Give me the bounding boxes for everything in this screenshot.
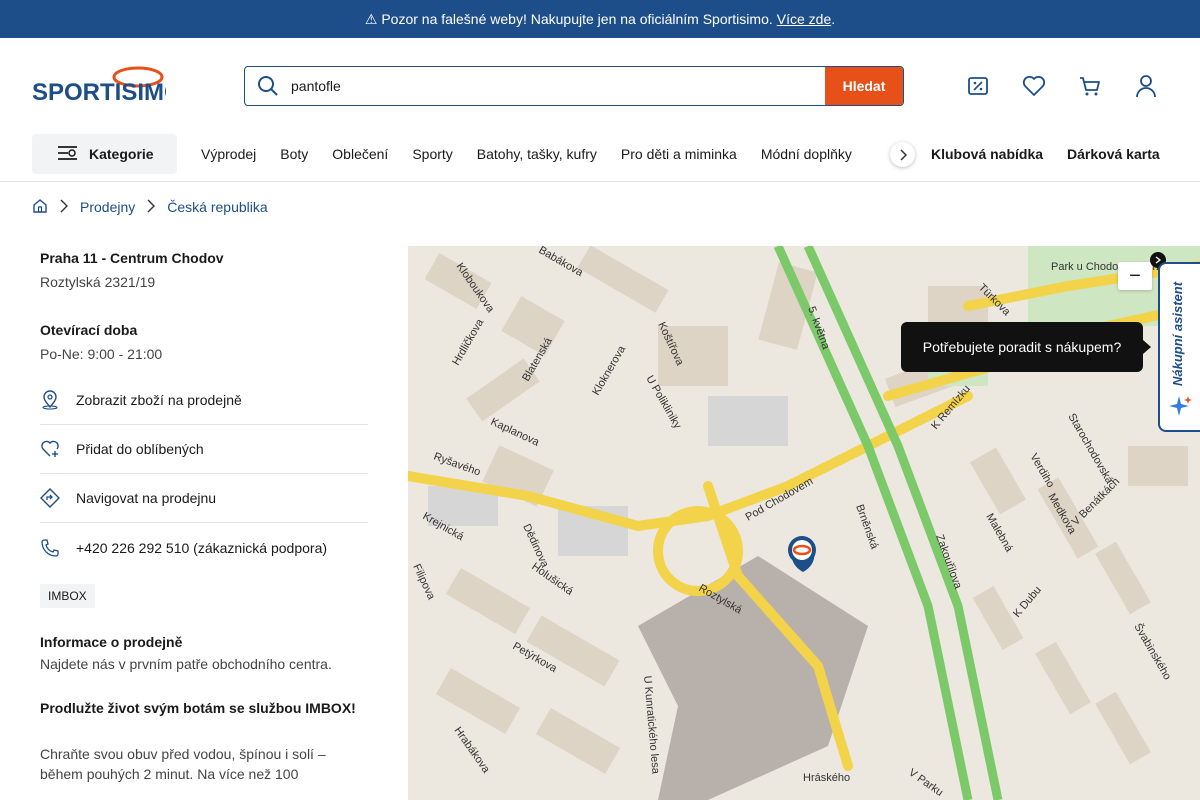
search-bar: Hledat xyxy=(244,66,904,106)
nav-item-klubova[interactable]: Klubová nabídka xyxy=(931,146,1043,162)
chevron-right-icon xyxy=(147,199,156,216)
phone-icon xyxy=(40,538,60,558)
action-label: Zobrazit zboží na prodejně xyxy=(76,392,242,408)
action-label: Navigovat na prodejnu xyxy=(76,490,217,506)
store-details: Praha 11 - Centrum Chodov Roztylská 2321… xyxy=(40,246,370,784)
service-tag: IMBOX xyxy=(40,584,95,608)
action-label: Přidat do oblíbených xyxy=(76,441,204,457)
chevron-right-icon xyxy=(60,199,68,216)
info-title: Informace o prodejně xyxy=(40,634,183,650)
add-favorite-action[interactable]: Přidat do oblíbených xyxy=(40,425,368,474)
nav-item-darkova[interactable]: Dárková karta xyxy=(1067,146,1160,162)
nav-item-vyprodej[interactable]: Výprodej xyxy=(201,146,256,162)
banner-suffix: . xyxy=(831,11,836,27)
assistant-label: Nákupní asistent xyxy=(1170,281,1185,387)
street-label: Švabinského xyxy=(1131,621,1174,682)
promo-text: Chraňte svou obuv před vodou, špínou i s… xyxy=(40,746,326,782)
street-label: Starochodovská xyxy=(1065,412,1115,487)
categories-button[interactable]: Kategorie xyxy=(32,134,177,174)
search-icon xyxy=(245,67,291,105)
percent-tag-icon[interactable] xyxy=(966,74,990,98)
user-icon[interactable] xyxy=(1134,74,1158,98)
street-label: U Kunratického lesa xyxy=(641,675,662,775)
navigate-action[interactable]: Navigovat na prodejnu xyxy=(40,474,368,523)
nav-item-sporty[interactable]: Sporty xyxy=(412,146,452,162)
breadcrumb-item[interactable]: Česká republika xyxy=(167,199,267,215)
street-label: Hrdličkova xyxy=(450,316,487,367)
nav-item-doplnky[interactable]: Módní doplňky xyxy=(761,146,852,162)
opening-hours: Po-Ne: 9:00 - 21:00 xyxy=(40,346,163,362)
banner-text: ⚠ Pozor na falešné weby! Nakupujte jen n… xyxy=(364,10,773,27)
store-actions: Zobrazit zboží na prodejně Přidat do obl… xyxy=(40,376,370,572)
assistant-tooltip: Potřebujete poradit s nákupem? xyxy=(901,322,1151,372)
street-label: Malebná xyxy=(983,512,1015,555)
street-label: Kaplanova xyxy=(489,416,542,449)
breadcrumb-item[interactable]: Prodejny xyxy=(80,199,135,215)
street-label: K Dubu xyxy=(1011,584,1044,620)
promo-title: Prodlužte život svým botám se službou IM… xyxy=(40,700,356,716)
street-label: V Parku xyxy=(906,767,945,799)
chevron-right-icon xyxy=(899,148,907,161)
info-text: Najdete nás v prvním patře obchodního ce… xyxy=(40,656,332,672)
street-label: Holušická xyxy=(529,561,576,599)
nav-scroll-right-button[interactable] xyxy=(890,142,915,167)
show-goods-action[interactable]: Zobrazit zboží na prodejně xyxy=(40,376,368,425)
zoom-out-button[interactable]: − xyxy=(1118,262,1152,290)
nav-items: Výprodej Boty Oblečení Sporty Batohy, ta… xyxy=(201,134,852,174)
street-label: Hrabákova xyxy=(452,725,493,776)
location-pin-icon xyxy=(40,390,60,410)
logo-text: SPORTISIMO xyxy=(32,79,166,102)
nav-highlights: Klubová nabídka Dárková karta xyxy=(931,134,1160,174)
header: SPORTISIMO Hledat xyxy=(0,38,1200,134)
street-label: Ryšavého xyxy=(432,451,482,479)
cart-icon[interactable] xyxy=(1078,74,1102,98)
navigate-icon xyxy=(40,488,60,508)
street-label: Hráského xyxy=(803,772,850,784)
street-label: V Benátkách xyxy=(1070,476,1123,529)
search-button[interactable]: Hledat xyxy=(825,67,903,105)
main-nav: Kategorie Výprodej Boty Oblečení Sporty … xyxy=(0,134,1200,182)
shopping-assistant-button[interactable]: Nákupní asistent xyxy=(1158,262,1200,432)
street-label: Filipova xyxy=(410,562,437,602)
search-input[interactable] xyxy=(291,67,825,105)
home-icon[interactable] xyxy=(32,198,48,217)
street-label: Verdiho xyxy=(1027,452,1056,490)
street-label: Babákova xyxy=(537,246,586,280)
street-label: 5. května xyxy=(805,305,832,352)
warning-banner: ⚠ Pozor na falešné weby! Nakupujte jen n… xyxy=(0,0,1200,38)
store-address: Roztylská 2321/19 xyxy=(40,274,156,290)
hours-title: Otevírací doba xyxy=(40,322,138,338)
phone-action[interactable]: +420 226 292 510 (zákaznická podpora) xyxy=(40,523,368,572)
categories-label: Kategorie xyxy=(89,146,154,162)
logo[interactable]: SPORTISIMO xyxy=(32,66,183,106)
street-label: Kloknerova xyxy=(590,343,628,397)
sparkle-icon xyxy=(1169,394,1193,423)
banner-link[interactable]: Více zde xyxy=(777,11,831,27)
heart-plus-icon xyxy=(40,439,60,459)
menu-icon xyxy=(57,144,79,165)
breadcrumb: Prodejny Česká republika xyxy=(32,196,268,218)
street-label: Brněnská xyxy=(853,503,880,552)
nav-item-deti[interactable]: Pro děti a miminka xyxy=(621,146,737,162)
action-label: +420 226 292 510 (zákaznická podpora) xyxy=(76,539,328,556)
store-name: Praha 11 - Centrum Chodov xyxy=(40,250,224,266)
header-icons xyxy=(966,74,1158,98)
nav-item-obleceni[interactable]: Oblečení xyxy=(332,146,388,162)
heart-icon[interactable] xyxy=(1022,74,1046,98)
nav-item-batohy[interactable]: Batohy, tašky, kufry xyxy=(477,146,597,162)
nav-item-boty[interactable]: Boty xyxy=(280,146,308,162)
